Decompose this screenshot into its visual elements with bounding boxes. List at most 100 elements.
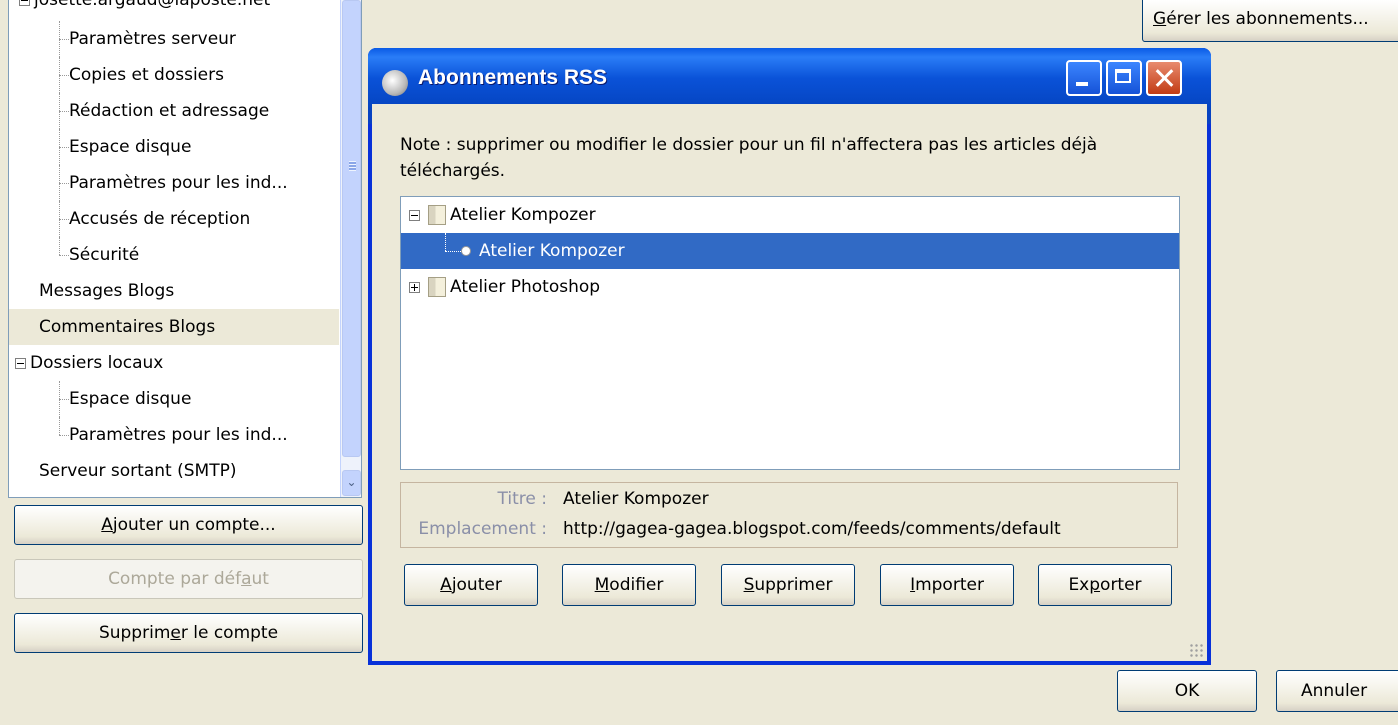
button-accesskey: p <box>1089 575 1101 595</box>
tree-item-comments-blogs[interactable]: Commentaires Blogs <box>9 309 339 345</box>
button-label: odifier <box>609 575 664 595</box>
tree-item-label: Paramètres pour les ind... <box>69 425 288 445</box>
tree-item-messages-blogs[interactable]: Messages Blogs <box>9 273 339 309</box>
feed-label: Atelier Kompozer <box>450 205 596 225</box>
scrollbar-grip-icon <box>349 161 356 171</box>
feed-folder-photoshop[interactable]: Atelier Photoshop <box>401 269 1179 305</box>
tree-item-label: Paramètres serveur <box>69 29 236 49</box>
tree-item-smtp[interactable]: Serveur sortant (SMTP) <box>9 453 339 489</box>
tree-item-junk-settings[interactable]: Paramètres pour les ind... <box>9 165 339 201</box>
button-label: jouter un compte... <box>112 515 276 535</box>
title-label: Titre : <box>497 489 547 509</box>
scrollbar-thumb[interactable] <box>342 0 361 457</box>
tree-line <box>59 111 69 112</box>
tree-item-local-junk-settings[interactable]: Paramètres pour les ind... <box>9 417 339 453</box>
tree-line <box>59 75 69 76</box>
tree-item-local-folders[interactable]: Dossiers locaux <box>9 345 339 381</box>
app-icon <box>382 70 408 96</box>
add-account-button[interactable]: Ajouter un compte... <box>14 505 363 545</box>
dialog-body: Note : supprimer ou modifier le dossier … <box>372 104 1207 661</box>
feed-tree[interactable]: Atelier Kompozer Atelier Kompozer Atelie… <box>400 196 1180 470</box>
tree-line <box>59 147 69 148</box>
dialog-title: Abonnements RSS <box>418 66 608 89</box>
button-label: Compte par déf <box>108 569 242 589</box>
maximize-icon[interactable] <box>1106 60 1142 96</box>
tree-item-label: Paramètres pour les ind... <box>69 173 288 193</box>
import-feeds-button[interactable]: Importer <box>880 564 1014 606</box>
button-label: jouter <box>451 575 502 595</box>
feed-folder-kompozer[interactable]: Atelier Kompozer <box>401 197 1179 233</box>
folder-icon <box>428 205 446 225</box>
button-accesskey: A <box>101 515 113 535</box>
tree-line <box>59 435 69 436</box>
tree-item-label: Espace disque <box>69 137 192 157</box>
default-account-button: Compte par défaut <box>14 559 363 599</box>
close-icon[interactable] <box>1146 60 1182 96</box>
tree-line <box>59 399 69 400</box>
feed-item-kompozer[interactable]: Atelier Kompozer <box>401 233 1179 269</box>
collapse-icon[interactable] <box>409 209 420 221</box>
cancel-button[interactable]: Annuler <box>1276 670 1398 712</box>
minimize-icon[interactable] <box>1066 60 1102 96</box>
tree-line <box>445 251 461 252</box>
tree-line <box>59 237 60 255</box>
button-label: Supprim <box>98 623 171 643</box>
tree-item-label: Dossiers locaux <box>30 353 164 373</box>
location-value: http://gagea-gagea.blogspot.com/feeds/co… <box>563 519 1061 539</box>
scroll-down-icon[interactable]: ⌄ <box>342 470 361 496</box>
account-tree-top-item[interactable]: josette.argaud@laposte.net <box>9 0 349 18</box>
ok-button[interactable]: OK <box>1117 670 1257 712</box>
delete-feed-button[interactable]: Supprimer <box>721 564 855 606</box>
resize-grip-icon[interactable] <box>1189 643 1203 657</box>
collapse-icon[interactable] <box>15 357 26 369</box>
button-label: r le compte <box>180 623 279 643</box>
tree-item-local-disk-space[interactable]: Espace disque <box>9 381 339 417</box>
feed-label: Atelier Kompozer <box>479 241 625 261</box>
edit-feed-button[interactable]: Modifier <box>562 564 696 606</box>
button-accesskey: S <box>743 575 755 595</box>
button-label: mporter <box>915 575 984 595</box>
tree-item-label: Copies et dossiers <box>69 65 224 85</box>
account-tree-scrollbar[interactable]: ⌄ <box>340 0 361 497</box>
tree-item-label: Serveur sortant (SMTP) <box>39 461 237 481</box>
tree-item-disk-space[interactable]: Espace disque <box>9 129 339 165</box>
tree-item-label: Commentaires Blogs <box>39 317 216 337</box>
tree-item-server-settings[interactable]: Paramètres serveur <box>9 21 339 57</box>
button-accesskey: M <box>594 575 610 595</box>
tree-item-receipts[interactable]: Accusés de réception <box>9 201 339 237</box>
account-tree[interactable]: josette.argaud@laposte.net Paramètres se… <box>8 0 362 498</box>
tree-item-label: Messages Blogs <box>39 281 175 301</box>
tree-item-copies-folders[interactable]: Copies et dossiers <box>9 57 339 93</box>
button-accesskey: e <box>170 623 181 643</box>
tree-item-security[interactable]: Sécurité <box>9 237 339 273</box>
button-label: upprimer <box>754 575 833 595</box>
tree-line <box>59 39 69 40</box>
manage-subscriptions-button[interactable]: Gérer les abonnements... <box>1142 0 1398 42</box>
tree-item-label: Espace disque <box>69 389 192 409</box>
button-accesskey: a <box>241 569 252 589</box>
expand-icon[interactable] <box>409 281 420 293</box>
location-label: Emplacement : <box>418 519 547 539</box>
add-feed-button[interactable]: Ajouter <box>404 564 538 606</box>
tree-line <box>59 183 69 184</box>
button-label: orter <box>1100 575 1142 595</box>
title-value: Atelier Kompozer <box>563 489 709 509</box>
tree-line <box>445 233 446 251</box>
tree-line <box>59 255 69 256</box>
remove-account-button[interactable]: Supprimer le compte <box>14 613 363 653</box>
feed-icon <box>461 246 471 256</box>
folder-icon <box>428 277 446 297</box>
rss-subscriptions-dialog: Abonnements RSS Note : supprimer ou modi… <box>368 48 1211 665</box>
button-label: Ex <box>1068 575 1090 595</box>
button-accesskey: G <box>1153 9 1167 29</box>
tree-item-label: Accusés de réception <box>69 209 251 229</box>
tree-item-label: Sécurité <box>69 245 140 265</box>
dialog-note: Note : supprimer ou modifier le dossier … <box>400 135 1098 181</box>
export-feeds-button[interactable]: Exporter <box>1038 564 1172 606</box>
button-accesskey: A <box>440 575 452 595</box>
collapse-icon[interactable] <box>19 0 30 6</box>
tree-line <box>59 219 69 220</box>
tree-item-label: Rédaction et adressage <box>69 101 270 121</box>
tree-item-composition[interactable]: Rédaction et adressage <box>9 93 339 129</box>
feed-label: Atelier Photoshop <box>450 277 601 297</box>
